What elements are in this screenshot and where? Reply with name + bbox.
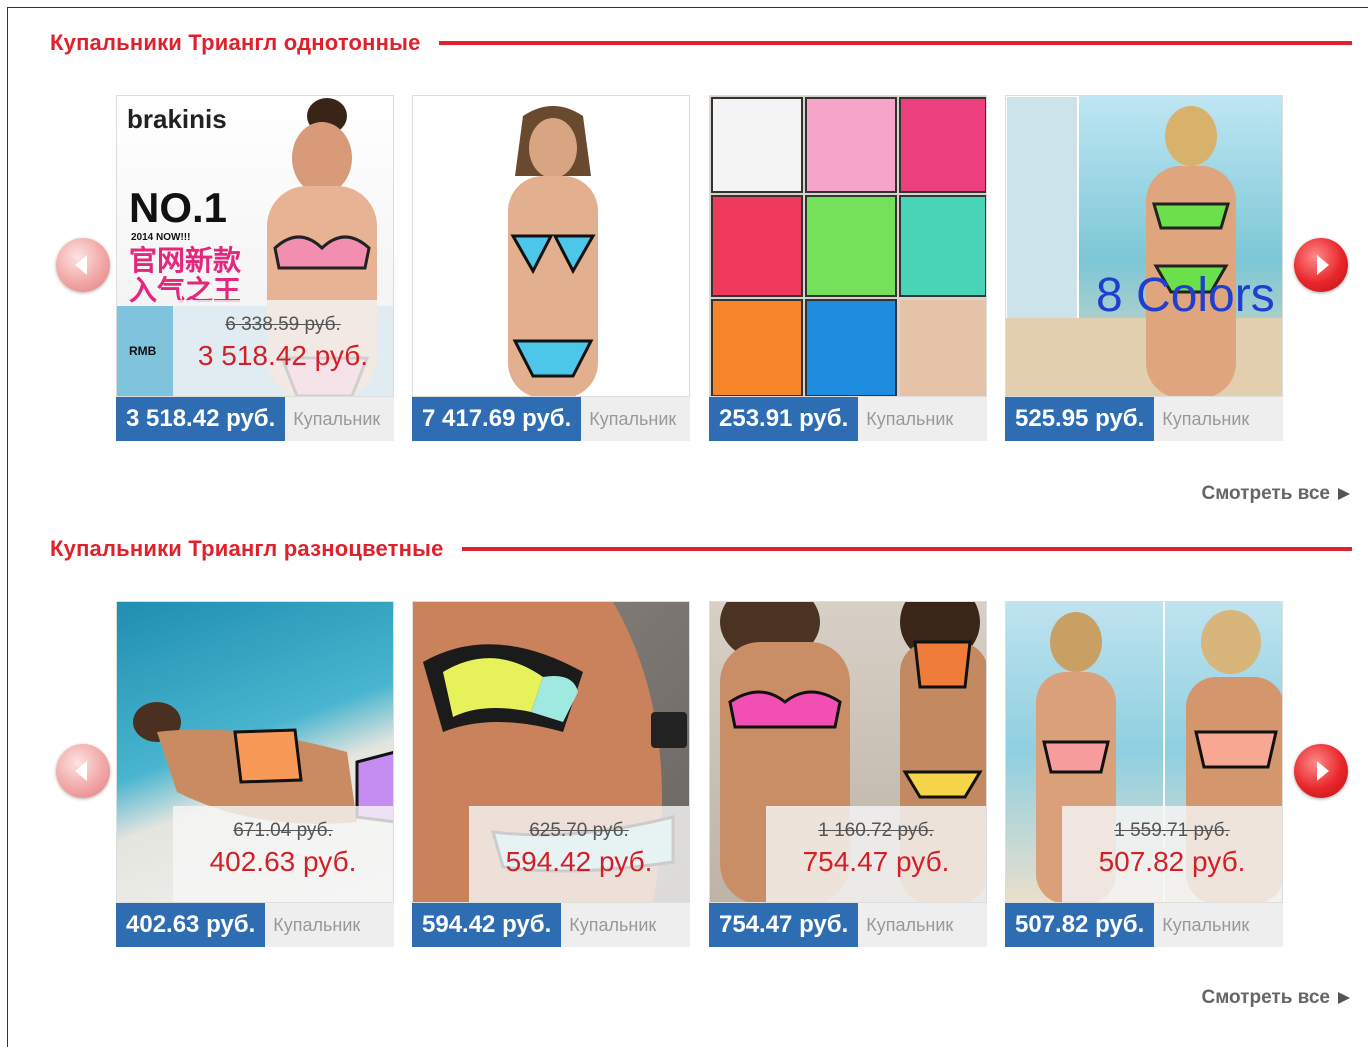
image-caption-text: 8 Colors	[1096, 269, 1275, 322]
product-name[interactable]: Купальник	[265, 903, 360, 947]
chevron-right-icon	[1317, 255, 1329, 275]
product-info-bar[interactable]: 754.47 руб. Купальник	[709, 903, 987, 947]
product-info-bar[interactable]: 594.42 руб. Купальник	[412, 903, 690, 947]
old-price: 6 338.59 руб.	[225, 314, 341, 335]
product-image[interactable]: 1 559.71 руб. 507.82 руб.	[1005, 601, 1283, 903]
price-badge: 507.82 руб.	[1005, 903, 1155, 947]
product-card[interactable]: 7 417.69 руб. Купальник	[412, 95, 690, 443]
product-image[interactable]: 625.70 руб. 594.42 руб.	[412, 601, 690, 903]
price-overlay: 1 559.71 руб. 507.82 руб.	[1062, 806, 1282, 902]
product-name[interactable]: Купальник	[561, 903, 656, 947]
price-badge: 253.91 руб.	[709, 397, 859, 441]
price-badge: 594.42 руб.	[412, 903, 562, 947]
price-overlay: 1 160.72 руб. 754.47 руб.	[766, 806, 986, 902]
product-card[interactable]: 671.04 руб. 402.63 руб. 402.63 руб. Купа…	[116, 601, 394, 949]
section-title: Купальники Триангл однотонные	[50, 30, 421, 55]
sale-price: 402.63 руб.	[209, 846, 357, 877]
image-brand-text: brakinis	[127, 104, 227, 134]
product-name[interactable]: Купальник	[1154, 903, 1249, 947]
product-name[interactable]: Купальник	[858, 903, 953, 947]
see-all-link[interactable]: Смотреть все	[1201, 483, 1350, 505]
old-price: 625.70 руб.	[529, 820, 629, 841]
price-badge: 7 417.69 руб.	[412, 397, 582, 441]
chevron-right-icon	[1317, 761, 1329, 781]
price-overlay: 625.70 руб. 594.42 руб.	[469, 806, 689, 902]
product-name[interactable]: Купальник	[581, 397, 676, 441]
product-info-bar[interactable]: 253.91 руб. Купальник	[709, 397, 987, 441]
product-card[interactable]: 253.91 руб. Купальник	[709, 95, 987, 443]
old-price: 671.04 руб.	[233, 820, 333, 841]
product-image[interactable]: 8 Colors	[1005, 95, 1283, 397]
product-photo	[508, 106, 598, 396]
price-overlay: 671.04 руб. 402.63 руб.	[173, 806, 393, 902]
price-badge: 525.95 руб.	[1005, 397, 1155, 441]
image-sub-text: 2014 NOW!!!	[131, 232, 191, 243]
product-photo	[711, 97, 986, 396]
product-image[interactable]	[709, 95, 987, 397]
triangle-right-icon	[1338, 487, 1350, 500]
product-image[interactable]: 1 160.72 руб. 754.47 руб.	[709, 601, 987, 903]
product-info-bar[interactable]: 402.63 руб. Купальник	[116, 903, 394, 947]
price-badge: 402.63 руб.	[116, 903, 266, 947]
section-divider	[461, 547, 1352, 551]
old-price: 1 160.72 руб.	[818, 820, 934, 841]
product-photo	[1006, 96, 1282, 396]
triangle-right-icon	[1338, 991, 1350, 1004]
section-title: Купальники Триангл разноцветные	[50, 536, 444, 561]
product-card[interactable]: brakinis NO.1 2014 NOW!!! 官网新款 入气之王 RMB …	[116, 95, 394, 443]
sale-price: 594.42 руб.	[505, 846, 653, 877]
product-info-bar[interactable]: 3 518.42 руб. Купальник	[116, 397, 394, 441]
image-headline-text: NO.1	[129, 184, 228, 231]
product-info-bar[interactable]: 507.82 руб. Купальник	[1005, 903, 1283, 947]
product-name[interactable]: Купальник	[858, 397, 953, 441]
image-promo-line-1: 官网新款	[129, 245, 242, 276]
product-name[interactable]: Купальник	[285, 397, 380, 441]
image-promo-text: 官网新款 入气之王	[129, 246, 241, 306]
price-badge: 3 518.42 руб.	[116, 397, 286, 441]
product-info-bar[interactable]: 525.95 руб. Купальник	[1005, 397, 1283, 441]
product-card[interactable]: 8 Colors 525.95 руб. Купальник	[1005, 95, 1283, 443]
see-all-label: Смотреть все	[1201, 987, 1331, 1008]
price-badge: 754.47 руб.	[709, 903, 859, 947]
product-card[interactable]: 1 160.72 руб. 754.47 руб. 754.47 руб. Ку…	[709, 601, 987, 949]
product-card[interactable]: 625.70 руб. 594.42 руб. 594.42 руб. Купа…	[412, 601, 690, 949]
product-image[interactable]: brakinis NO.1 2014 NOW!!! 官网新款 入气之王 RMB …	[116, 95, 394, 397]
carousel-prev-button[interactable]	[56, 238, 110, 292]
product-image[interactable]: 671.04 руб. 402.63 руб.	[116, 601, 394, 903]
carousel-next-button[interactable]	[1294, 744, 1348, 798]
carousel-next-button[interactable]	[1294, 238, 1348, 292]
product-name[interactable]: Купальник	[1154, 397, 1249, 441]
price-overlay: 6 338.59 руб. 3 518.42 руб.	[173, 300, 393, 396]
chevron-left-icon	[75, 761, 87, 781]
section-divider	[438, 41, 1352, 45]
see-all-label: Смотреть все	[1201, 483, 1331, 504]
section-header: Купальники Триангл разноцветные	[50, 534, 1352, 564]
sale-price: 507.82 руб.	[1098, 846, 1246, 877]
chevron-left-icon	[75, 255, 87, 275]
see-all-link[interactable]: Смотреть все	[1201, 987, 1350, 1009]
product-info-bar[interactable]: 7 417.69 руб. Купальник	[412, 397, 690, 441]
product-card[interactable]: 1 559.71 руб. 507.82 руб. 507.82 руб. Ку…	[1005, 601, 1283, 949]
product-image[interactable]	[412, 95, 690, 397]
carousel-prev-button[interactable]	[56, 744, 110, 798]
sale-price: 3 518.42 руб.	[197, 340, 369, 371]
section-header: Купальники Триангл однотонные	[50, 28, 1352, 58]
image-currency-text: RMB	[129, 344, 157, 358]
old-price: 1 559.71 руб.	[1114, 820, 1230, 841]
sale-price: 754.47 руб.	[802, 846, 950, 877]
